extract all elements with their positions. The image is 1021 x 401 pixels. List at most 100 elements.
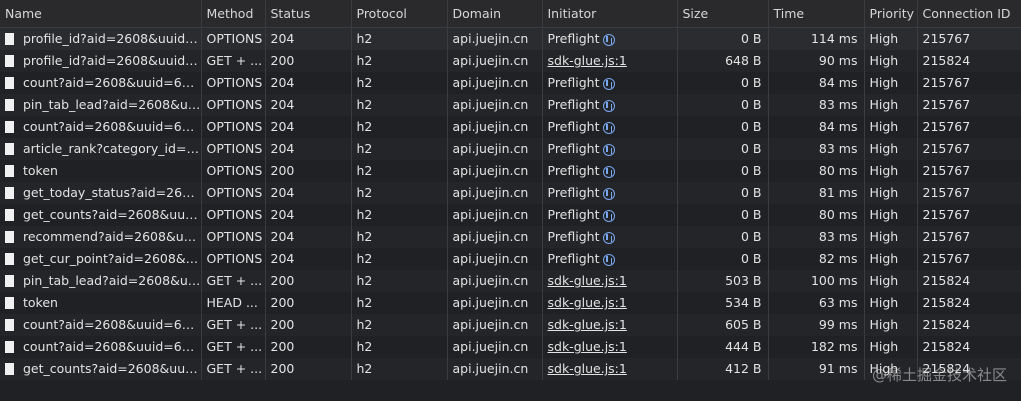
cell-initiator: Preflight [542,94,678,116]
cell-name[interactable]: token [0,160,202,182]
table-row[interactable]: token HEAD ... 200 h2 api.juejin.cn sdk-glue.… [0,292,1021,314]
table-row[interactable]: pin_tab_lead?aid=2608&uu... OPTIONS 204 h2 a… [0,94,1021,116]
column-header-method[interactable]: Method [201,0,266,28]
preflight-icon[interactable] [603,188,616,200]
cell-initiator: Preflight [542,138,678,160]
request-name[interactable]: get_counts?aid=2608&uuid... [23,361,200,376]
preflight-icon[interactable] [603,210,616,222]
cell-time: 91 ms [768,358,865,380]
cell-domain: api.juejin.cn [447,314,543,336]
preflight-icon[interactable] [603,144,616,156]
table-row[interactable]: get_counts?aid=2608&uuid... OPTIONS 204 h2 a… [0,204,1021,226]
request-name[interactable]: get_cur_point?aid=2608&u... [23,251,200,266]
column-header-time[interactable]: Time [768,0,865,28]
cell-priority: High [864,336,918,358]
table-row[interactable]: get_cur_point?aid=2608&u... OPTIONS 204 h2 a… [0,248,1021,270]
cell-domain: api.juejin.cn [447,226,543,248]
file-icon [5,253,14,265]
table-row[interactable]: pin_tab_lead?aid=2608&uu... GET + ... 200 h… [0,270,1021,292]
cell-name[interactable]: count?aid=2608&uuid=699... [0,336,202,358]
column-header-priority[interactable]: Priority [864,0,918,28]
cell-name[interactable]: article_rank?category_id=1... [0,138,202,160]
initiator-link[interactable]: sdk-glue.js:1 [548,361,627,376]
request-name[interactable]: profile_id?aid=2608&uuid=... [23,31,200,46]
network-request-table: Name Method Status Protocol Domain Initi… [0,0,1021,380]
initiator-link[interactable]: sdk-glue.js:1 [548,53,627,68]
request-name[interactable]: count?aid=2608&uuid=699... [23,317,200,332]
request-name[interactable]: pin_tab_lead?aid=2608&uu... [23,97,200,112]
request-name[interactable]: recommend?aid=2608&uui... [23,229,200,244]
cell-size: 534 B [677,292,769,314]
file-icon [5,297,14,309]
cell-name[interactable]: count?aid=2608&uuid=699... [0,72,202,94]
table-row[interactable]: profile_id?aid=2608&uuid=... GET + ... 200… [0,50,1021,72]
cell-status: 204 [265,226,352,248]
cell-name[interactable]: pin_tab_lead?aid=2608&uu... [0,94,202,116]
cell-status: 200 [265,50,352,72]
preflight-icon[interactable] [603,34,616,46]
cell-name[interactable]: get_counts?aid=2608&uuid... [0,358,202,380]
cell-name[interactable]: profile_id?aid=2608&uuid=... [0,27,202,50]
preflight-icon[interactable] [603,254,616,266]
preflight-icon[interactable] [603,100,616,112]
cell-method: GET + ... [201,314,266,336]
request-name[interactable]: count?aid=2608&uuid=699... [23,339,200,354]
cell-domain: api.juejin.cn [447,270,543,292]
cell-name[interactable]: count?aid=2608&uuid=699... [0,116,202,138]
cell-name[interactable]: get_cur_point?aid=2608&u... [0,248,202,270]
table-row[interactable]: recommend?aid=2608&uui... OPTIONS 204 h2 api… [0,226,1021,248]
column-header-connection-id[interactable]: Connection ID [917,0,1021,28]
cell-method: GET + ... [201,50,266,72]
table-row[interactable]: article_rank?category_id=1... OPTIONS 204 h… [0,138,1021,160]
cell-size: 0 B [677,27,769,50]
cell-initiator: sdk-glue.js:1 [542,336,678,358]
request-name[interactable]: get_counts?aid=2608&uuid... [23,207,200,222]
column-header-protocol[interactable]: Protocol [351,0,448,28]
cell-time: 63 ms [768,292,865,314]
table-row[interactable]: get_counts?aid=2608&uuid... GET + ... 200 h… [0,358,1021,380]
request-name[interactable]: profile_id?aid=2608&uuid=... [23,53,200,68]
cell-name[interactable]: recommend?aid=2608&uui... [0,226,202,248]
request-name[interactable]: count?aid=2608&uuid=699... [23,75,200,90]
cell-name[interactable]: get_counts?aid=2608&uuid... [0,204,202,226]
table-row[interactable]: count?aid=2608&uuid=699... OPTIONS 204 h2 ap… [0,72,1021,94]
cell-name[interactable]: count?aid=2608&uuid=699... [0,314,202,336]
column-header-status[interactable]: Status [265,0,352,28]
cell-domain: api.juejin.cn [447,336,543,358]
request-name[interactable]: count?aid=2608&uuid=699... [23,119,200,134]
initiator-link[interactable]: sdk-glue.js:1 [548,295,627,310]
cell-connection-id: 215767 [922,229,971,244]
cell-name[interactable]: token [0,292,202,314]
cell-protocol: h2 [351,270,448,292]
table-row[interactable]: token OPTIONS 200 h2 api.juejin.cn Preflight 0… [0,160,1021,182]
cell-connection-id: 215824 [922,273,971,288]
preflight-icon[interactable] [603,122,616,134]
cell-name[interactable]: profile_id?aid=2608&uuid=... [0,50,202,72]
initiator-link[interactable]: sdk-glue.js:1 [548,339,627,354]
column-header-size[interactable]: Size [677,0,769,28]
column-header-name[interactable]: Name [0,0,202,28]
request-name[interactable]: pin_tab_lead?aid=2608&uu... [23,273,200,288]
cell-method: OPTIONS [201,204,266,226]
preflight-icon[interactable] [603,78,616,90]
column-header-initiator[interactable]: Initiator [542,0,678,28]
request-name[interactable]: get_today_status?aid=2608... [23,185,200,200]
table-row[interactable]: count?aid=2608&uuid=699... OPTIONS 204 h2 ap… [0,116,1021,138]
request-name[interactable]: article_rank?category_id=1... [23,141,200,156]
initiator-link[interactable]: sdk-glue.js:1 [548,273,627,288]
preflight-icon[interactable] [603,166,616,178]
initiator-text: Preflight [547,31,600,46]
preflight-icon[interactable] [603,232,616,244]
table-row[interactable]: count?aid=2608&uuid=699... GET + ... 200 h2… [0,314,1021,336]
cell-name[interactable]: pin_tab_lead?aid=2608&uu... [0,270,202,292]
cell-time: 84 ms [768,72,865,94]
request-name[interactable]: token [23,163,58,178]
cell-name[interactable]: get_today_status?aid=2608... [0,182,202,204]
column-header-domain[interactable]: Domain [447,0,543,28]
request-name[interactable]: token [23,295,58,310]
table-row[interactable]: get_today_status?aid=2608... OPTIONS 204 h2… [0,182,1021,204]
initiator-link[interactable]: sdk-glue.js:1 [548,317,627,332]
cell-priority: High [864,226,918,248]
table-row[interactable]: count?aid=2608&uuid=699... GET + ... 200 h2… [0,336,1021,358]
table-row[interactable]: profile_id?aid=2608&uuid=... OPTIONS 204 h2… [0,27,1021,50]
